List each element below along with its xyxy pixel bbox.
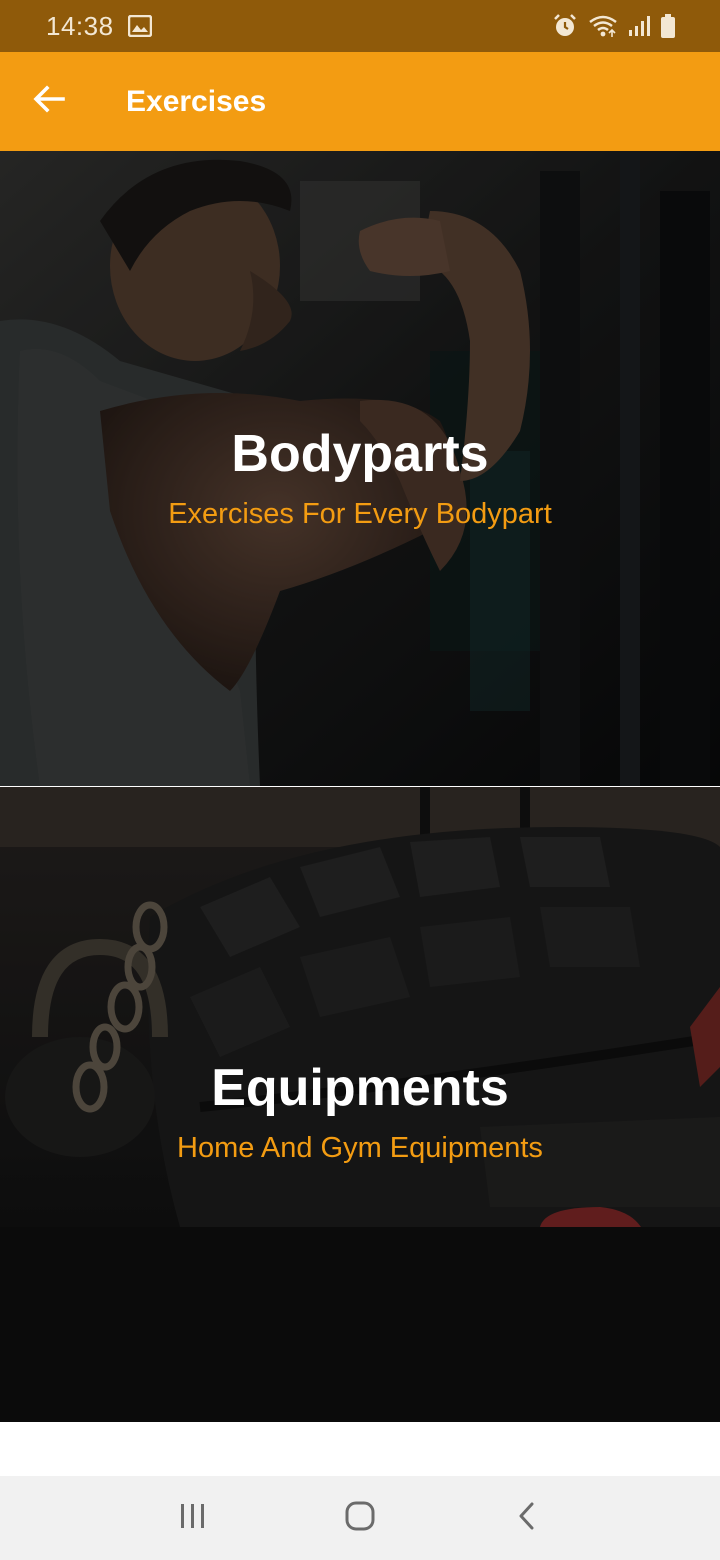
bodyparts-text: Bodyparts Exercises For Every Bodypart	[0, 424, 720, 532]
back-button[interactable]	[0, 52, 98, 151]
home-button[interactable]	[320, 1476, 400, 1560]
wifi-icon	[588, 14, 618, 38]
recent-apps-button[interactable]	[153, 1476, 233, 1560]
equipments-card[interactable]: Equipments Home And Gym Equipments	[0, 787, 720, 1422]
image-icon	[127, 15, 152, 37]
recent-apps-icon	[178, 1502, 208, 1535]
back-icon	[517, 1501, 537, 1536]
status-right	[552, 13, 676, 39]
signal-icon	[628, 15, 650, 37]
bodyparts-title: Bodyparts	[231, 425, 489, 483]
battery-icon	[660, 13, 676, 39]
screen: 14:38 Exercises Bodyparts Exercises For …	[0, 0, 720, 1560]
status-bar: 14:38	[0, 0, 720, 52]
system-navigation-bar	[0, 1476, 720, 1560]
status-time: 14:38	[46, 10, 114, 41]
home-icon	[344, 1500, 376, 1537]
alarm-icon	[552, 13, 578, 39]
app-bar: Exercises	[0, 52, 720, 151]
arrow-left-icon	[33, 85, 65, 118]
equipments-subtitle: Home And Gym Equipments	[177, 1132, 543, 1164]
content-bottom-space	[0, 1422, 720, 1476]
bodyparts-subtitle: Exercises For Every Bodypart	[168, 498, 552, 530]
equipments-text: Equipments Home And Gym Equipments	[0, 1058, 720, 1166]
page-title: Exercises	[126, 84, 267, 118]
back-nav-button[interactable]	[487, 1476, 567, 1560]
bodyparts-card[interactable]: Bodyparts Exercises For Every Bodypart	[0, 151, 720, 786]
status-left: 14:38	[46, 11, 152, 42]
equipments-title: Equipments	[211, 1059, 509, 1117]
